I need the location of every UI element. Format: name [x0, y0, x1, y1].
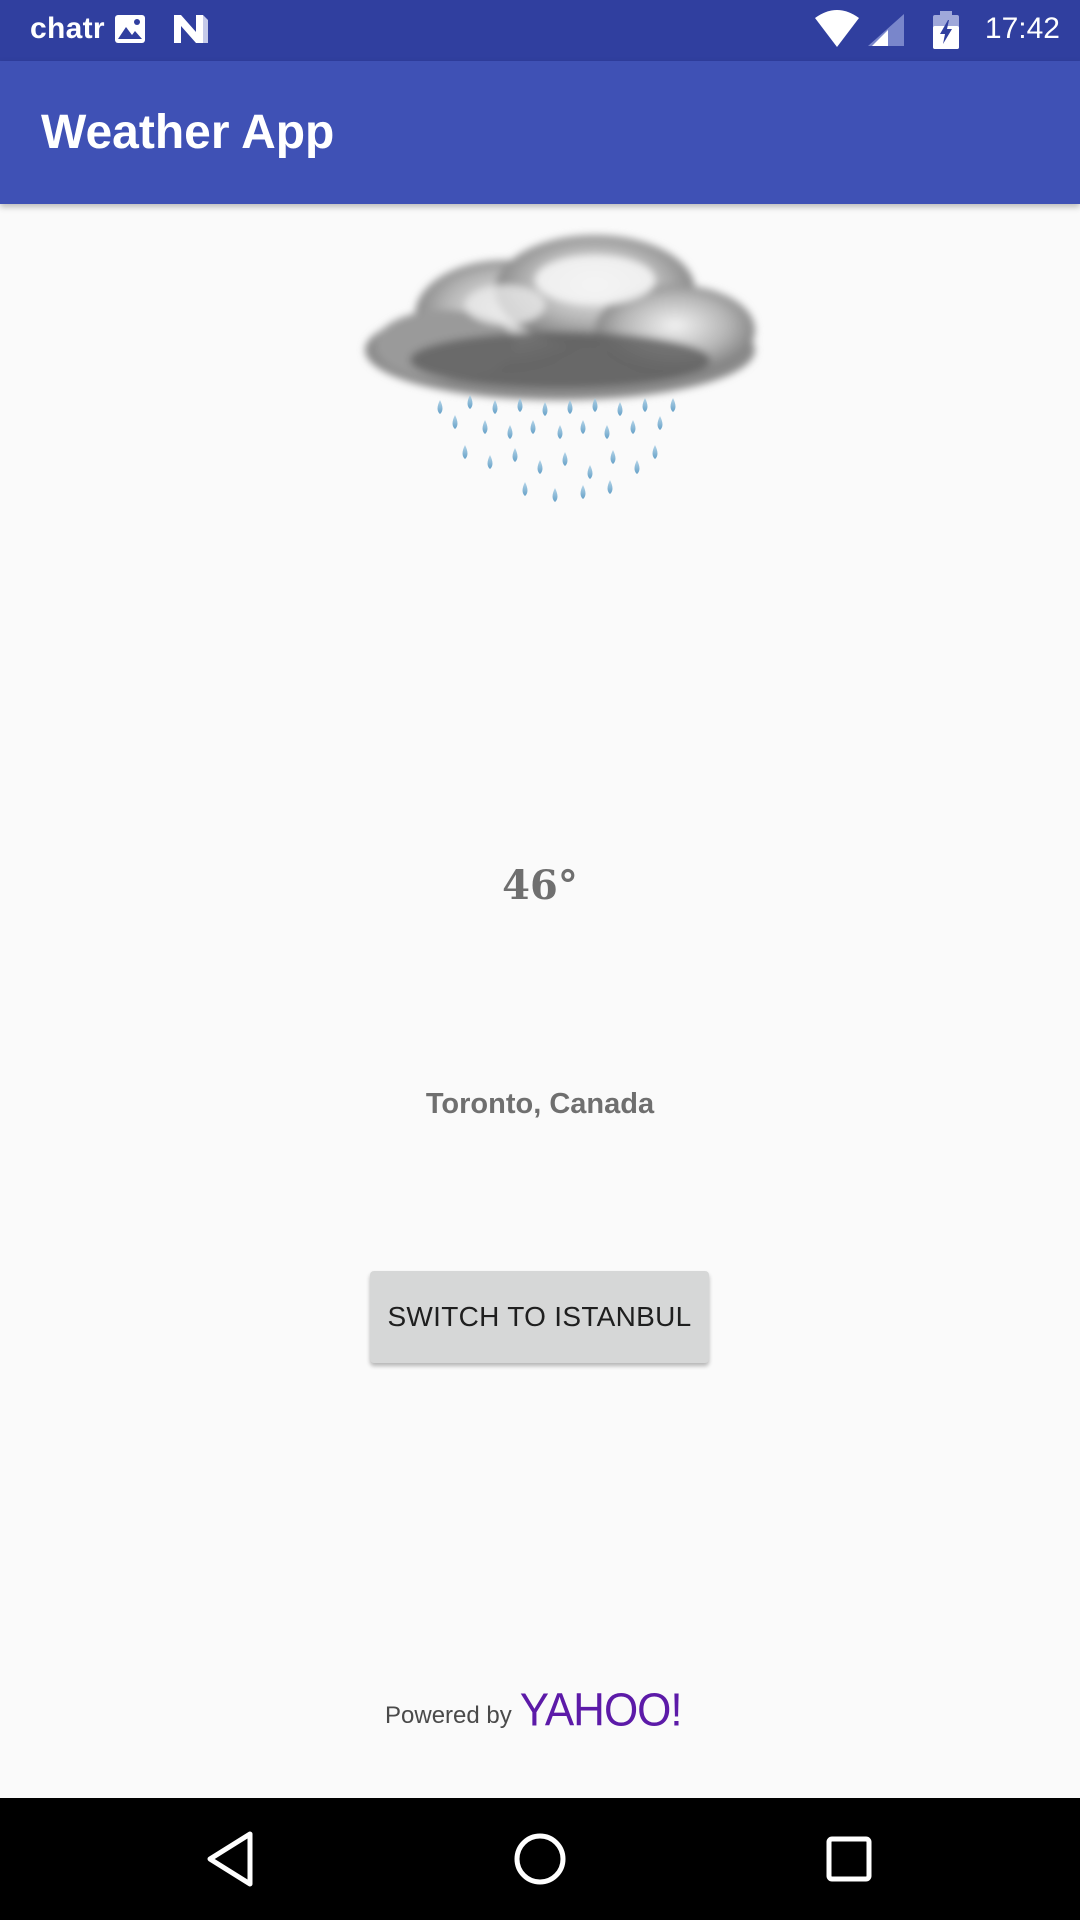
recents-icon[interactable]	[816, 1826, 882, 1892]
n-notification-icon	[172, 12, 210, 51]
location-label: Toronto, Canada	[425, 1088, 655, 1120]
navigation-bar	[0, 1798, 1080, 1920]
switch-city-button[interactable]: SWITCH TO ISTANBUL	[370, 1271, 709, 1363]
app-title: Weather App	[41, 106, 335, 159]
cell-signal-icon	[866, 12, 906, 53]
temperature-value: 46°	[502, 862, 578, 909]
image-notification-icon	[113, 12, 147, 51]
home-icon[interactable]	[507, 1826, 573, 1892]
status-bar: chatr 17:42	[0, 0, 1080, 61]
back-icon[interactable]	[198, 1826, 264, 1892]
status-clock: 17:42	[984, 12, 1060, 45]
yahoo-logo: YAHOO!	[519, 1684, 683, 1737]
battery-charging-icon	[932, 10, 960, 55]
app-bar: Weather App	[0, 61, 1080, 204]
screen: chatr 17:42 Weather App 46° Toronto, Can…	[0, 0, 1080, 1920]
wifi-icon	[814, 10, 860, 53]
carrier-name: chatr	[30, 12, 105, 45]
rain-cloud-icon	[355, 220, 765, 515]
yahoo-attribution: Powered by YAHOO!	[385, 1684, 683, 1737]
powered-by-label: Powered by	[385, 1702, 512, 1729]
